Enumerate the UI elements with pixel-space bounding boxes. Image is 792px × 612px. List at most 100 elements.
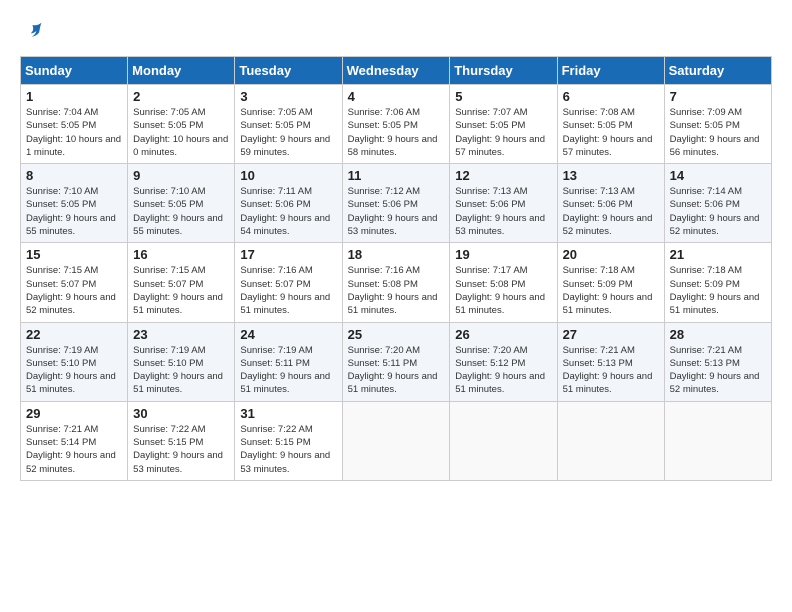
day-number: 12 xyxy=(455,168,551,183)
calendar-header-tuesday: Tuesday xyxy=(235,57,342,85)
day-info: Sunrise: 7:16 AM Sunset: 5:07 PM Dayligh… xyxy=(240,264,336,317)
day-info: Sunrise: 7:22 AM Sunset: 5:15 PM Dayligh… xyxy=(133,423,229,476)
calendar-week-row: 22 Sunrise: 7:19 AM Sunset: 5:10 PM Dayl… xyxy=(21,322,772,401)
day-info: Sunrise: 7:15 AM Sunset: 5:07 PM Dayligh… xyxy=(133,264,229,317)
page-header xyxy=(20,20,772,40)
calendar-cell xyxy=(342,401,450,480)
day-number: 13 xyxy=(563,168,659,183)
calendar-cell xyxy=(557,401,664,480)
day-info: Sunrise: 7:05 AM Sunset: 5:05 PM Dayligh… xyxy=(240,106,336,159)
logo-bird-icon xyxy=(24,20,44,40)
calendar-cell: 10 Sunrise: 7:11 AM Sunset: 5:06 PM Dayl… xyxy=(235,164,342,243)
day-number: 8 xyxy=(26,168,122,183)
calendar-header-row: SundayMondayTuesdayWednesdayThursdayFrid… xyxy=(21,57,772,85)
day-info: Sunrise: 7:22 AM Sunset: 5:15 PM Dayligh… xyxy=(240,423,336,476)
day-number: 2 xyxy=(133,89,229,104)
calendar-cell: 2 Sunrise: 7:05 AM Sunset: 5:05 PM Dayli… xyxy=(128,85,235,164)
calendar-week-row: 15 Sunrise: 7:15 AM Sunset: 5:07 PM Dayl… xyxy=(21,243,772,322)
calendar-cell: 3 Sunrise: 7:05 AM Sunset: 5:05 PM Dayli… xyxy=(235,85,342,164)
day-info: Sunrise: 7:21 AM Sunset: 5:13 PM Dayligh… xyxy=(670,344,766,397)
calendar-cell: 6 Sunrise: 7:08 AM Sunset: 5:05 PM Dayli… xyxy=(557,85,664,164)
day-number: 24 xyxy=(240,327,336,342)
calendar-header-thursday: Thursday xyxy=(450,57,557,85)
logo xyxy=(20,20,46,40)
calendar-cell: 9 Sunrise: 7:10 AM Sunset: 5:05 PM Dayli… xyxy=(128,164,235,243)
calendar-cell: 22 Sunrise: 7:19 AM Sunset: 5:10 PM Dayl… xyxy=(21,322,128,401)
calendar-cell: 23 Sunrise: 7:19 AM Sunset: 5:10 PM Dayl… xyxy=(128,322,235,401)
day-info: Sunrise: 7:21 AM Sunset: 5:14 PM Dayligh… xyxy=(26,423,122,476)
calendar-cell: 29 Sunrise: 7:21 AM Sunset: 5:14 PM Dayl… xyxy=(21,401,128,480)
calendar-header-wednesday: Wednesday xyxy=(342,57,450,85)
calendar-cell: 7 Sunrise: 7:09 AM Sunset: 5:05 PM Dayli… xyxy=(664,85,771,164)
day-info: Sunrise: 7:20 AM Sunset: 5:11 PM Dayligh… xyxy=(348,344,445,397)
day-info: Sunrise: 7:18 AM Sunset: 5:09 PM Dayligh… xyxy=(563,264,659,317)
day-number: 25 xyxy=(348,327,445,342)
calendar-cell: 31 Sunrise: 7:22 AM Sunset: 5:15 PM Dayl… xyxy=(235,401,342,480)
day-number: 17 xyxy=(240,247,336,262)
calendar-header-friday: Friday xyxy=(557,57,664,85)
calendar-cell: 12 Sunrise: 7:13 AM Sunset: 5:06 PM Dayl… xyxy=(450,164,557,243)
day-info: Sunrise: 7:15 AM Sunset: 5:07 PM Dayligh… xyxy=(26,264,122,317)
calendar-cell: 16 Sunrise: 7:15 AM Sunset: 5:07 PM Dayl… xyxy=(128,243,235,322)
calendar-cell: 14 Sunrise: 7:14 AM Sunset: 5:06 PM Dayl… xyxy=(664,164,771,243)
calendar-header-sunday: Sunday xyxy=(21,57,128,85)
day-number: 14 xyxy=(670,168,766,183)
day-info: Sunrise: 7:19 AM Sunset: 5:10 PM Dayligh… xyxy=(26,344,122,397)
calendar-cell: 15 Sunrise: 7:15 AM Sunset: 5:07 PM Dayl… xyxy=(21,243,128,322)
calendar-week-row: 8 Sunrise: 7:10 AM Sunset: 5:05 PM Dayli… xyxy=(21,164,772,243)
day-number: 16 xyxy=(133,247,229,262)
calendar-cell xyxy=(450,401,557,480)
calendar-cell: 13 Sunrise: 7:13 AM Sunset: 5:06 PM Dayl… xyxy=(557,164,664,243)
calendar-table: SundayMondayTuesdayWednesdayThursdayFrid… xyxy=(20,56,772,481)
day-info: Sunrise: 7:17 AM Sunset: 5:08 PM Dayligh… xyxy=(455,264,551,317)
day-number: 5 xyxy=(455,89,551,104)
day-number: 30 xyxy=(133,406,229,421)
calendar-cell: 5 Sunrise: 7:07 AM Sunset: 5:05 PM Dayli… xyxy=(450,85,557,164)
day-info: Sunrise: 7:04 AM Sunset: 5:05 PM Dayligh… xyxy=(26,106,122,159)
day-info: Sunrise: 7:11 AM Sunset: 5:06 PM Dayligh… xyxy=(240,185,336,238)
day-number: 9 xyxy=(133,168,229,183)
day-number: 10 xyxy=(240,168,336,183)
calendar-cell: 28 Sunrise: 7:21 AM Sunset: 5:13 PM Dayl… xyxy=(664,322,771,401)
day-info: Sunrise: 7:10 AM Sunset: 5:05 PM Dayligh… xyxy=(26,185,122,238)
day-info: Sunrise: 7:19 AM Sunset: 5:11 PM Dayligh… xyxy=(240,344,336,397)
day-number: 7 xyxy=(670,89,766,104)
day-number: 28 xyxy=(670,327,766,342)
day-info: Sunrise: 7:19 AM Sunset: 5:10 PM Dayligh… xyxy=(133,344,229,397)
day-info: Sunrise: 7:14 AM Sunset: 5:06 PM Dayligh… xyxy=(670,185,766,238)
calendar-header-saturday: Saturday xyxy=(664,57,771,85)
day-number: 29 xyxy=(26,406,122,421)
day-info: Sunrise: 7:09 AM Sunset: 5:05 PM Dayligh… xyxy=(670,106,766,159)
day-number: 3 xyxy=(240,89,336,104)
calendar-cell: 11 Sunrise: 7:12 AM Sunset: 5:06 PM Dayl… xyxy=(342,164,450,243)
calendar-cell: 26 Sunrise: 7:20 AM Sunset: 5:12 PM Dayl… xyxy=(450,322,557,401)
day-info: Sunrise: 7:10 AM Sunset: 5:05 PM Dayligh… xyxy=(133,185,229,238)
day-info: Sunrise: 7:12 AM Sunset: 5:06 PM Dayligh… xyxy=(348,185,445,238)
calendar-week-row: 29 Sunrise: 7:21 AM Sunset: 5:14 PM Dayl… xyxy=(21,401,772,480)
day-number: 31 xyxy=(240,406,336,421)
day-info: Sunrise: 7:07 AM Sunset: 5:05 PM Dayligh… xyxy=(455,106,551,159)
day-info: Sunrise: 7:21 AM Sunset: 5:13 PM Dayligh… xyxy=(563,344,659,397)
day-number: 18 xyxy=(348,247,445,262)
calendar-cell: 20 Sunrise: 7:18 AM Sunset: 5:09 PM Dayl… xyxy=(557,243,664,322)
calendar-cell: 25 Sunrise: 7:20 AM Sunset: 5:11 PM Dayl… xyxy=(342,322,450,401)
calendar-header-monday: Monday xyxy=(128,57,235,85)
day-number: 22 xyxy=(26,327,122,342)
day-info: Sunrise: 7:13 AM Sunset: 5:06 PM Dayligh… xyxy=(563,185,659,238)
day-info: Sunrise: 7:20 AM Sunset: 5:12 PM Dayligh… xyxy=(455,344,551,397)
day-number: 27 xyxy=(563,327,659,342)
calendar-cell xyxy=(664,401,771,480)
calendar-cell: 24 Sunrise: 7:19 AM Sunset: 5:11 PM Dayl… xyxy=(235,322,342,401)
day-info: Sunrise: 7:06 AM Sunset: 5:05 PM Dayligh… xyxy=(348,106,445,159)
calendar-cell: 30 Sunrise: 7:22 AM Sunset: 5:15 PM Dayl… xyxy=(128,401,235,480)
calendar-week-row: 1 Sunrise: 7:04 AM Sunset: 5:05 PM Dayli… xyxy=(21,85,772,164)
calendar-cell: 21 Sunrise: 7:18 AM Sunset: 5:09 PM Dayl… xyxy=(664,243,771,322)
day-number: 1 xyxy=(26,89,122,104)
day-number: 26 xyxy=(455,327,551,342)
day-number: 4 xyxy=(348,89,445,104)
day-number: 11 xyxy=(348,168,445,183)
calendar-cell: 19 Sunrise: 7:17 AM Sunset: 5:08 PM Dayl… xyxy=(450,243,557,322)
day-info: Sunrise: 7:08 AM Sunset: 5:05 PM Dayligh… xyxy=(563,106,659,159)
day-number: 21 xyxy=(670,247,766,262)
calendar-cell: 27 Sunrise: 7:21 AM Sunset: 5:13 PM Dayl… xyxy=(557,322,664,401)
